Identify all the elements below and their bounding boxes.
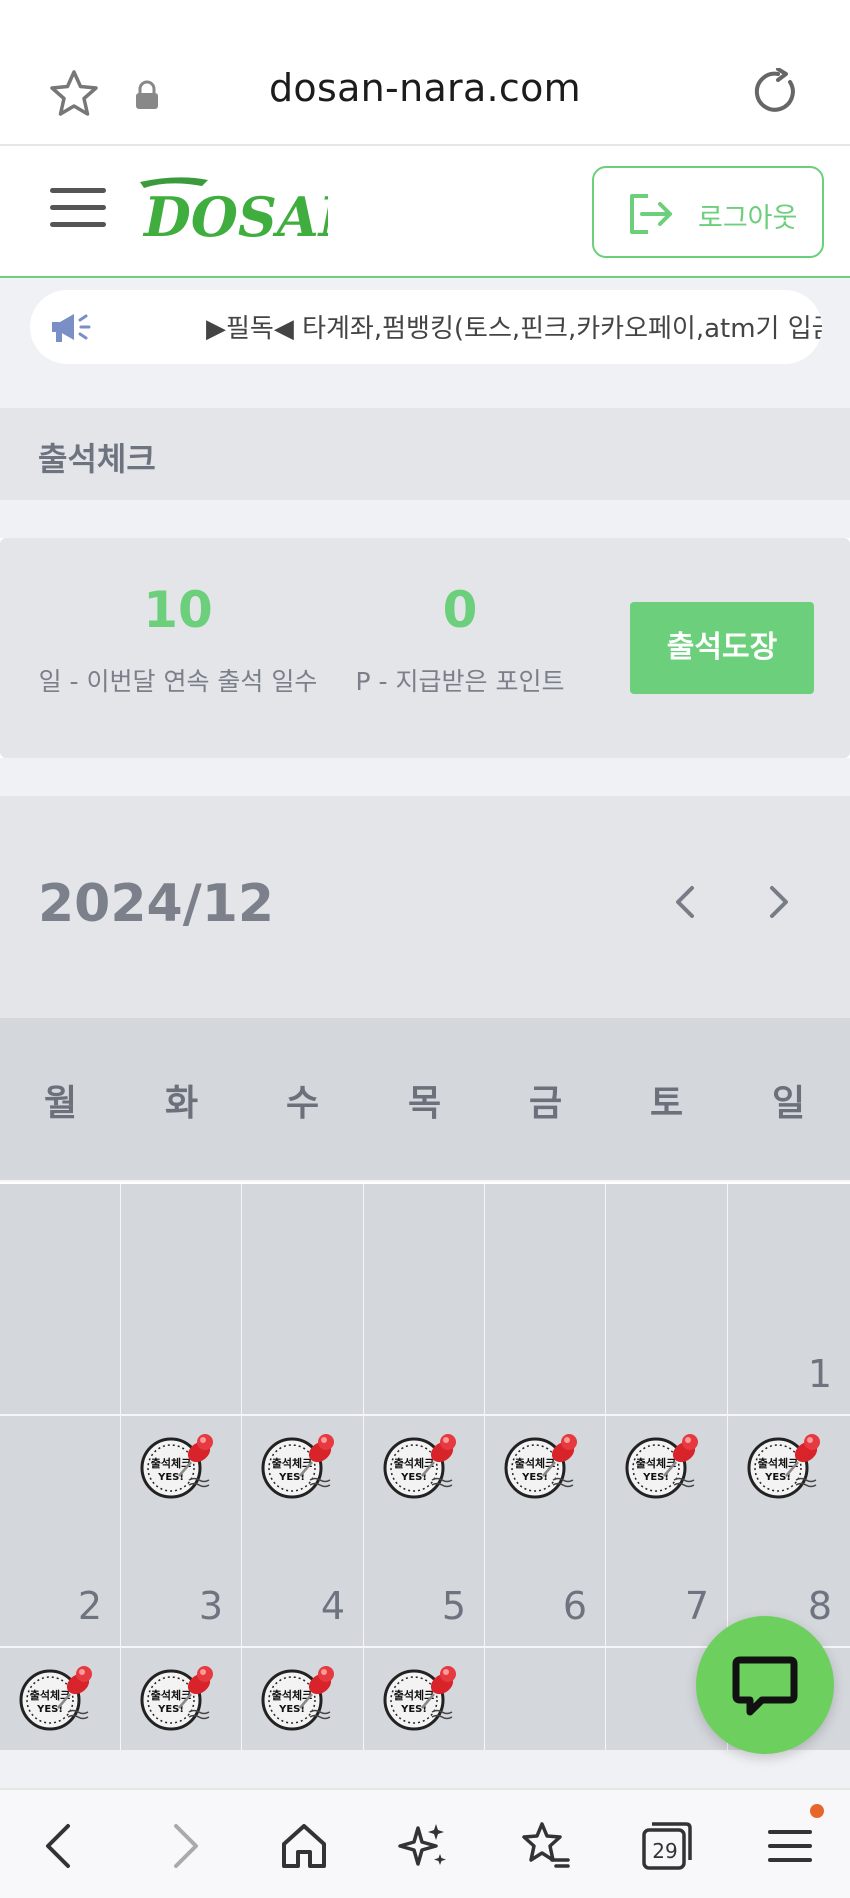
calendar-day-cell[interactable] bbox=[364, 1184, 484, 1414]
home-icon[interactable] bbox=[276, 1818, 332, 1874]
points-stat: 0 P - 지급받은 포인트 bbox=[350, 580, 570, 698]
back-arrow-icon[interactable] bbox=[32, 1818, 88, 1874]
attendance-stats-panel: 10 일 - 이번달 연속 출석 일수 0 P - 지급받은 포인트 출석도장 bbox=[0, 538, 850, 758]
tabs-button[interactable]: 29 bbox=[640, 1818, 696, 1874]
calendar-day-number: 7 bbox=[684, 1584, 709, 1628]
spacer bbox=[0, 1750, 850, 1788]
sparkle-icon[interactable] bbox=[396, 1818, 452, 1874]
attendance-stamp-icon: 출석체크 YES! bbox=[260, 1662, 342, 1734]
spacer bbox=[0, 500, 850, 538]
tab-count: 29 bbox=[652, 1839, 678, 1863]
weekday-label: 목 bbox=[407, 1083, 442, 1124]
calendar-day-cell[interactable]: 1 bbox=[728, 1184, 850, 1414]
weekday-label: 토 bbox=[649, 1083, 684, 1124]
notice-ticker[interactable]: ▶필독◀ 타계좌,펌뱅킹(토스,핀크,카카오페이,atm기 입금 bbox=[30, 290, 822, 364]
attendance-stamp-button[interactable]: 출석도장 bbox=[630, 602, 814, 694]
calendar-day-cell[interactable]: 출석체크 YES! bbox=[0, 1648, 120, 1750]
live-chat-button[interactable] bbox=[696, 1616, 834, 1754]
menu-line bbox=[50, 188, 106, 193]
calendar-day-cell[interactable]: 출석체크 YES! 6 bbox=[485, 1416, 605, 1646]
reload-icon[interactable] bbox=[752, 68, 800, 116]
lock-icon bbox=[136, 80, 158, 109]
hamburger-menu-button[interactable] bbox=[50, 188, 106, 232]
calendar-day-number: 1 bbox=[807, 1352, 832, 1396]
calendar-month-header: 2024/12 bbox=[0, 796, 850, 1018]
calendar-day-number: 4 bbox=[320, 1584, 345, 1628]
page-title-bar: 출석체크 bbox=[0, 408, 850, 500]
attendance-stamp-icon: 출석체크 YES! bbox=[139, 1430, 221, 1502]
calendar-day-cell[interactable]: 출석체크 YES! bbox=[121, 1648, 241, 1750]
menu-icon[interactable] bbox=[762, 1818, 818, 1874]
calendar-day-cell[interactable] bbox=[121, 1184, 241, 1414]
calendar-day-cell[interactable]: 출석체크 YES! 5 bbox=[364, 1416, 484, 1646]
page-root: dosan-nara.com DOSAN 로그아웃 bbox=[0, 0, 850, 1898]
points-value: 0 bbox=[442, 581, 478, 639]
calendar-day-number: 3 bbox=[198, 1584, 223, 1628]
attendance-stamp-icon: 출석체크 YES! bbox=[139, 1662, 221, 1734]
browser-bottom-bar: 29 bbox=[0, 1788, 850, 1898]
notification-dot bbox=[810, 1804, 824, 1818]
calendar-year-month: 2024/12 bbox=[38, 874, 275, 934]
calendar-day-number: 5 bbox=[441, 1584, 466, 1628]
calendar-day-cell[interactable] bbox=[0, 1184, 120, 1414]
logo-letter-d: DOSAN bbox=[142, 185, 328, 248]
site-header: DOSAN 로그아웃 bbox=[0, 146, 850, 278]
calendar-day-cell[interactable]: 출석체크 YES! bbox=[242, 1648, 363, 1750]
attendance-stamp-icon: 출석체크 YES! bbox=[503, 1430, 585, 1502]
consecutive-days-stat: 10 일 - 이번달 연속 출석 일수 bbox=[38, 580, 318, 698]
calendar-day-cell[interactable]: 출석체크 YES! 3 bbox=[121, 1416, 241, 1646]
attendance-stamp-icon: 출석체크 YES! bbox=[746, 1430, 828, 1502]
url-text[interactable]: dosan-nara.com bbox=[200, 66, 650, 110]
browser-address-bar: dosan-nara.com bbox=[0, 0, 850, 146]
weekday-label: 화 bbox=[164, 1083, 199, 1124]
logout-button[interactable]: 로그아웃 bbox=[592, 166, 824, 258]
page-title: 출석체크 bbox=[38, 440, 156, 478]
calendar-day-cell[interactable] bbox=[606, 1184, 727, 1414]
weekday-label: 일 bbox=[771, 1083, 806, 1124]
spacer bbox=[0, 758, 850, 796]
attendance-stamp-icon: 출석체크 YES! bbox=[18, 1662, 100, 1734]
calendar-day-cell[interactable]: 출석체크 YES! 7 bbox=[606, 1416, 727, 1646]
calendar-day-cell[interactable]: 출석체크 YES! 4 bbox=[242, 1416, 363, 1646]
points-label: P - 지급받은 포인트 bbox=[355, 667, 565, 696]
calendar-day-number: 2 bbox=[77, 1584, 102, 1628]
chevron-right-icon[interactable] bbox=[760, 882, 796, 922]
menu-line bbox=[50, 222, 106, 227]
chevron-left-icon[interactable] bbox=[668, 882, 704, 922]
menu-line bbox=[50, 205, 106, 210]
calendar-day-cell[interactable] bbox=[242, 1184, 363, 1414]
forward-arrow-icon[interactable] bbox=[156, 1818, 212, 1874]
calendar-day-number: 8 bbox=[807, 1584, 832, 1628]
weekday-label: 수 bbox=[285, 1083, 320, 1124]
notice-text: ▶필독◀ 타계좌,펌뱅킹(토스,핀크,카카오페이,atm기 입금 bbox=[206, 314, 822, 344]
calendar-day-cell[interactable]: 출석체크 YES! bbox=[364, 1648, 484, 1750]
chat-bubble-icon bbox=[732, 1656, 798, 1716]
calendar-day-number: 6 bbox=[562, 1584, 587, 1628]
attendance-stamp-icon: 출석체크 YES! bbox=[382, 1430, 464, 1502]
weekday-label: 금 bbox=[528, 1083, 563, 1124]
calendar-day-cell[interactable]: 2 bbox=[0, 1416, 120, 1646]
notice-section: ▶필독◀ 타계좌,펌뱅킹(토스,핀크,카카오페이,atm기 입금 bbox=[0, 278, 850, 408]
bookmarks-star-icon[interactable] bbox=[516, 1818, 572, 1874]
megaphone-icon bbox=[52, 314, 91, 342]
dosan-logo[interactable]: DOSAN bbox=[138, 172, 328, 248]
consecutive-days-value: 10 bbox=[143, 581, 213, 639]
attendance-stamp-icon: 출석체크 YES! bbox=[382, 1662, 464, 1734]
calendar-weekday-row: 월화수목금토일 bbox=[0, 1018, 850, 1182]
logout-label: 로그아웃 bbox=[698, 203, 798, 234]
attendance-stamp-icon: 출석체크 YES! bbox=[260, 1430, 342, 1502]
consecutive-days-label: 일 - 이번달 연속 출석 일수 bbox=[38, 667, 318, 696]
calendar-day-cell[interactable]: 출석체크 YES! 8 bbox=[728, 1416, 850, 1646]
calendar-day-cell[interactable] bbox=[485, 1184, 605, 1414]
logout-icon bbox=[630, 194, 672, 234]
weekday-label: 월 bbox=[43, 1083, 78, 1124]
attendance-stamp-icon: 출석체크 YES! bbox=[624, 1430, 706, 1502]
calendar-day-cell[interactable] bbox=[485, 1648, 605, 1750]
bookmark-star-icon[interactable] bbox=[48, 68, 100, 120]
